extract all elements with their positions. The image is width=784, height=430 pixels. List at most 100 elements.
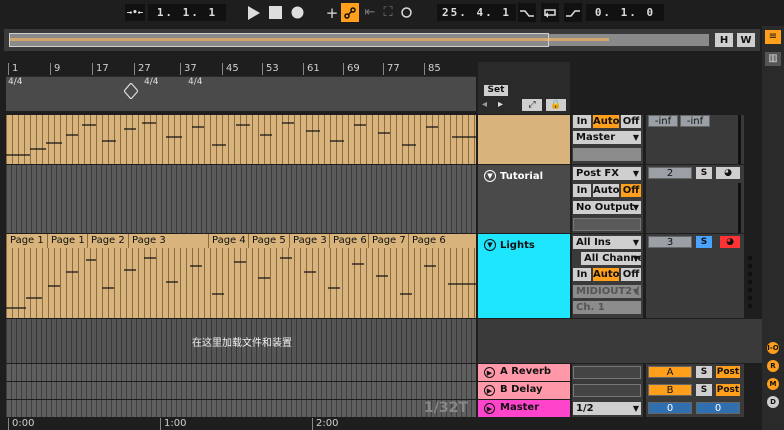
arrangement-overview[interactable]: H W [4,29,760,51]
monitor-off-button[interactable]: Off [621,268,641,281]
track-1-lane[interactable] [6,115,476,164]
monitor-auto-button[interactable]: Auto [593,115,620,128]
output-select[interactable]: No Output [573,201,641,214]
midi-output-select[interactable]: MIDIOUT2 (Li [573,285,641,298]
signature-lane[interactable]: 4/4 4/4 4/4 [6,76,476,111]
play-icon[interactable] [244,3,262,22]
resize-icon[interactable]: ⤢ [522,99,542,111]
midi-channel-select[interactable]: Ch. 1 [573,301,641,314]
monitor-off-button[interactable]: Off [621,184,641,197]
monitor-off-button[interactable]: Off [621,115,641,128]
arm-icon[interactable]: ◕ [720,236,740,248]
solo-button[interactable]: S [696,236,712,248]
track-name[interactable]: B Delay [500,384,543,395]
output-select[interactable]: Master [573,131,641,144]
fit-width-button[interactable]: W [737,33,755,47]
cue-out-select[interactable]: 1/2 [573,402,641,415]
play-icon[interactable]: ▶ [484,367,495,378]
menu-icon[interactable]: ≡ [765,30,781,44]
stop-icon[interactable] [266,3,284,22]
monitor-in-button[interactable]: In [573,268,591,281]
track-3-header[interactable]: ▼ Lights [478,234,570,318]
return-a-lane[interactable] [6,364,476,381]
session-record-icon[interactable] [397,3,415,22]
post-button[interactable]: Post [716,384,740,396]
track-2-lane[interactable] [6,165,476,233]
input-type-select[interactable]: All Ins [573,236,641,249]
io-toggle[interactable]: I-O [767,342,779,354]
output-channel-select[interactable] [573,218,641,231]
track-name[interactable]: A Reverb [500,366,551,377]
preview-volume[interactable]: 0 [696,402,740,414]
monitor-auto-button[interactable]: Auto [593,184,620,197]
time-signature-marker[interactable]: 4/4 [188,77,202,87]
punch-in-icon[interactable] [518,3,536,22]
monitor-in-button[interactable]: In [573,115,591,128]
solo-button[interactable]: S [696,366,712,378]
fold-icon[interactable]: ▼ [484,170,496,182]
clip-name[interactable]: Page 1 [47,234,87,248]
monitor-in-button[interactable]: In [573,184,591,197]
clip-name[interactable]: Page 3 [289,234,329,248]
volume-left[interactable]: -inf [648,115,678,127]
master-header[interactable]: ▶ Master [478,400,570,417]
delay-toggle[interactable]: D [767,396,779,408]
beat-time-ruler[interactable]: 1 9 17 27 37 45 53 61 69 77 85 [6,62,476,77]
arrow-left-icon[interactable]: ◂ [482,99,487,110]
mixer-toggle[interactable]: M [767,378,779,390]
solo-button[interactable]: S [696,167,712,179]
input-type-select[interactable]: Post FX [573,167,641,180]
return-b-header[interactable]: ▶ B Delay [478,382,570,399]
return-a-header[interactable]: ▶ A Reverb [478,364,570,381]
master-volume[interactable]: 0 [648,402,692,414]
clip-name[interactable]: Page 5 [248,234,289,248]
columns-icon[interactable]: ▥ [765,52,781,66]
returns-toggle[interactable]: R [767,360,779,372]
play-icon[interactable]: ▶ [484,385,495,396]
track-activator[interactable]: 3 [648,236,692,248]
monitor-auto-button[interactable]: Auto [593,268,620,281]
post-button[interactable]: Post [716,366,740,378]
clip-name[interactable]: Page 7 [368,234,408,248]
song-position-field[interactable]: 1. 1. 1 [148,4,226,21]
arm-icon[interactable]: ◕ [716,167,740,179]
back-to-arrangement-icon[interactable]: ⇤ [361,3,379,22]
clip-name[interactable]: Page 4 [208,234,248,248]
fit-height-button[interactable]: H [715,33,733,47]
loop-switch-icon[interactable] [541,3,559,22]
lock-icon[interactable]: 🔒 [546,99,566,111]
return-a-output[interactable] [573,366,641,379]
loop-start-field[interactable]: 25. 4. 1 [437,4,516,21]
master-lane[interactable]: 1/32T [6,400,476,417]
send-a-activator[interactable]: A [648,366,692,378]
track-1-header[interactable] [478,115,570,164]
send-b-activator[interactable]: B [648,384,692,396]
loop-length-field[interactable]: 0. 1. 0 [586,4,664,21]
track-name[interactable]: Lights [500,240,535,251]
overview-selection[interactable] [9,33,549,47]
track-name[interactable]: Tutorial [500,171,543,182]
track-3-lane[interactable]: Page 1 Page 1 Page 2 Page 3 Page 4 Page … [6,234,476,318]
clip-name[interactable]: Page 1 [6,234,47,248]
punch-out-icon[interactable] [564,3,582,22]
clip-name[interactable]: Page 3 [128,234,208,248]
play-icon[interactable]: ▶ [484,403,495,414]
record-icon[interactable] [288,3,306,22]
arrow-right-icon[interactable]: ▸ [498,99,503,110]
return-b-lane[interactable] [6,382,476,399]
clip-name[interactable]: Page 6 [329,234,368,248]
track-name[interactable]: Master [500,402,539,413]
loop-brace-icon[interactable] [124,83,138,99]
clip-name[interactable]: Page 6 [408,234,476,248]
input-channel-select[interactable]: All Channe [581,252,641,265]
track-2-header[interactable]: ▼ Tutorial [478,165,570,233]
follow-button[interactable]: →•← [125,4,145,21]
return-b-output[interactable] [573,384,641,397]
solo-button[interactable]: S [696,384,712,396]
add-icon[interactable]: + [323,3,341,22]
output-channel-select[interactable] [573,148,641,161]
volume-right[interactable]: -inf [680,115,710,127]
time-ruler[interactable]: 0:00 1:00 2:00 [6,418,476,430]
time-signature-marker[interactable]: 4/4 [8,77,22,87]
track-activator[interactable]: 2 [648,167,692,179]
